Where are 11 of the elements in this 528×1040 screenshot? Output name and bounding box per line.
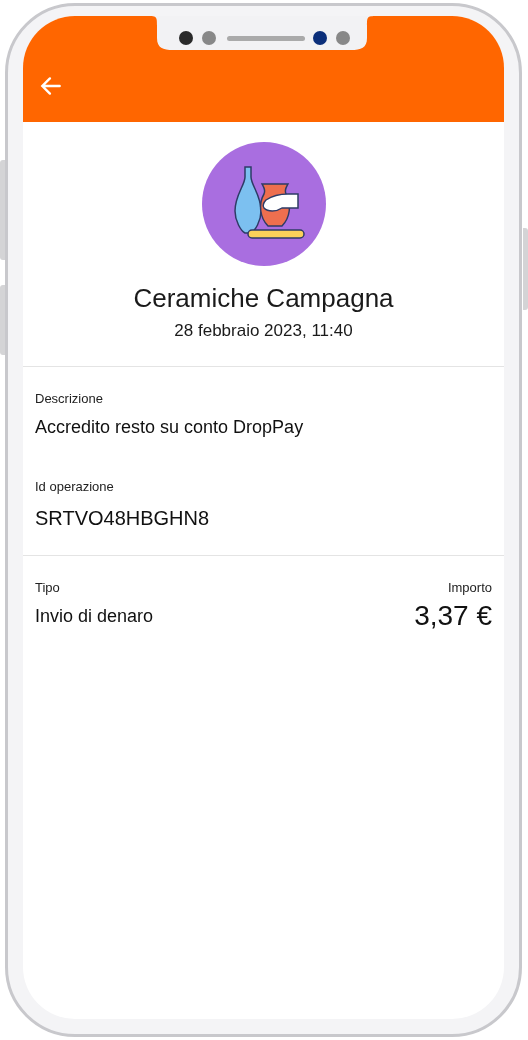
detail-label: Id operazione (35, 478, 115, 496)
transaction-date: 28 febbraio 2023, 11:40 (174, 320, 353, 342)
type-label: Tipo (35, 578, 61, 597)
type-value: Invio di denaro (35, 605, 154, 628)
amount-label: Importo (447, 578, 492, 597)
detail-value: SRTVO48HBGHN8 (35, 505, 211, 531)
merchant-name: Ceramiche Campagna (133, 282, 394, 314)
pottery-avatar-icon (201, 142, 326, 266)
amount-value: 3,37 € (414, 599, 492, 633)
detail-value: Accredito resto su conto DropPay (35, 416, 305, 439)
detail-label: Descrizione (35, 389, 104, 408)
